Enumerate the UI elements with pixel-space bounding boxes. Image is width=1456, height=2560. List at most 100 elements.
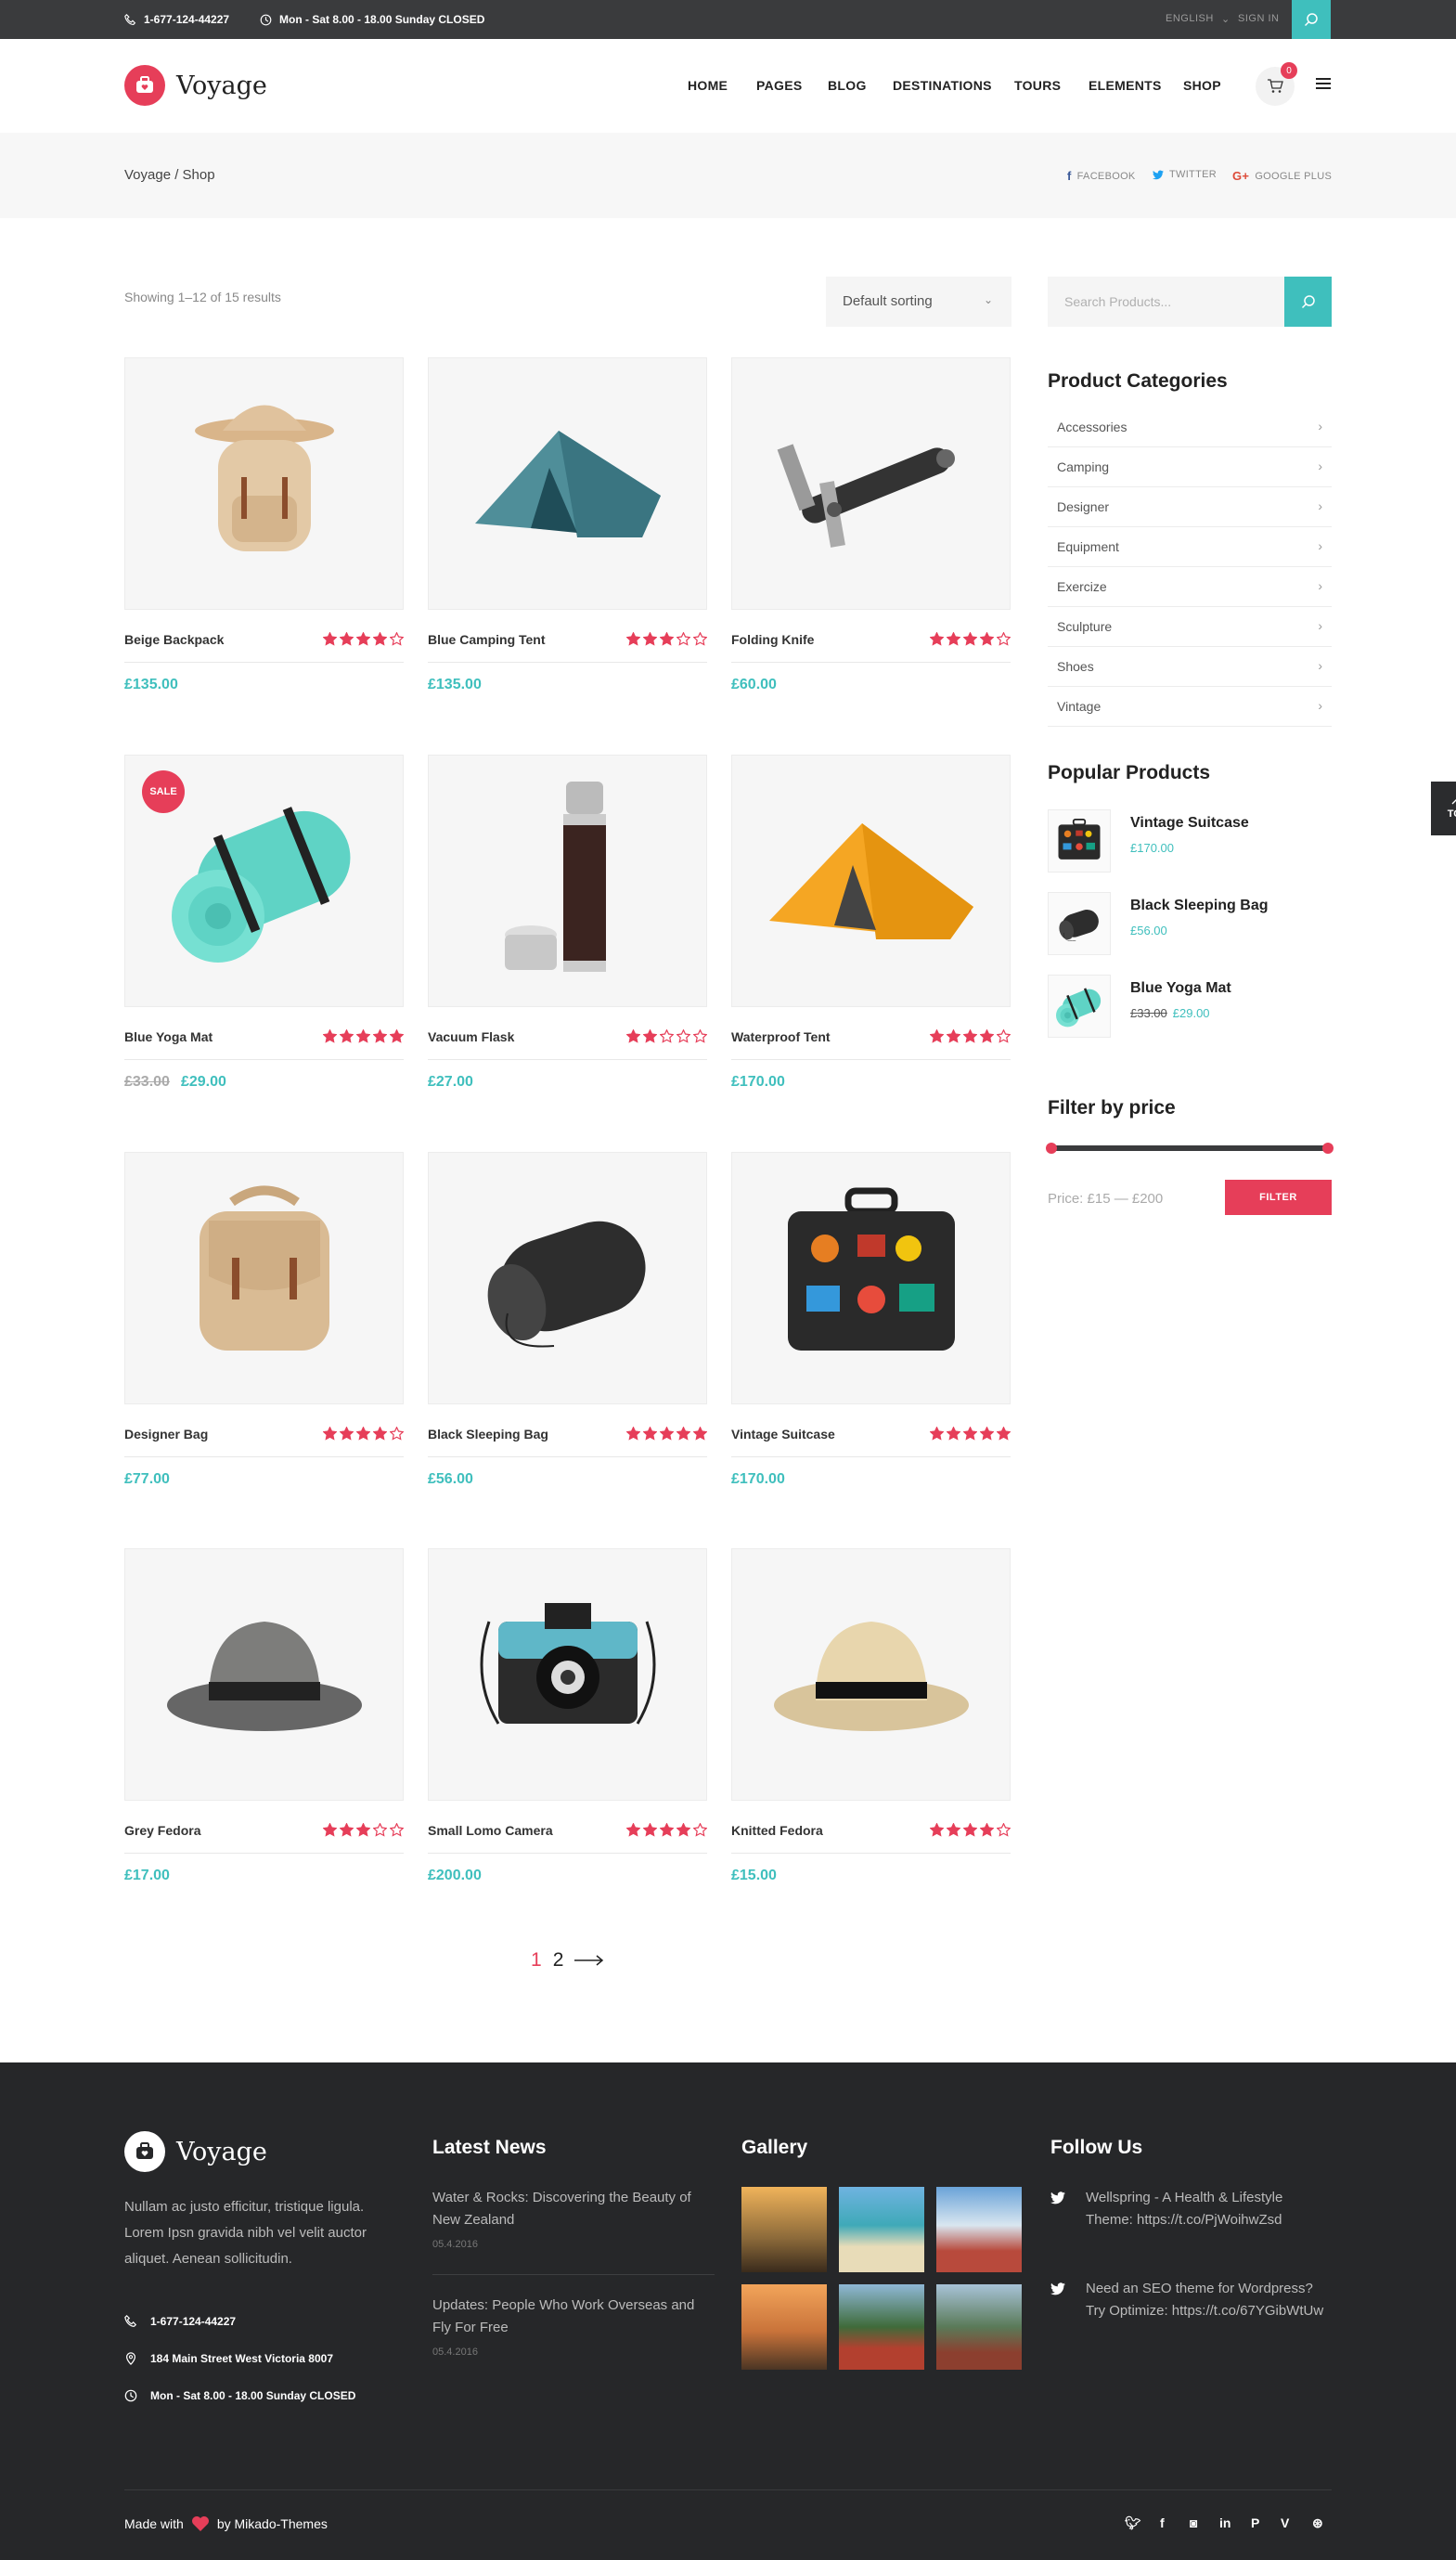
signin-link[interactable]: SIGN IN [1238, 13, 1279, 24]
instagram-icon[interactable]: ◙ [1190, 2515, 1197, 2530]
filter-button[interactable]: FILTER [1225, 1180, 1332, 1215]
product-title[interactable]: Knitted Fedora [731, 1823, 823, 1838]
popular-product-thumb[interactable] [1048, 809, 1111, 873]
footer-logo[interactable]: Voyage [124, 2131, 267, 2172]
product-image[interactable] [428, 1548, 707, 1801]
product-card[interactable]: Folding Knife £60.00 [731, 357, 1011, 692]
gallery-image[interactable] [741, 2284, 827, 2370]
popular-product[interactable]: Black Sleeping Bag £56.00 [1048, 892, 1332, 957]
product-card[interactable]: Blue Camping Tent £135.00 [428, 357, 707, 692]
gallery-image[interactable] [936, 2187, 1022, 2272]
product-card[interactable]: Vacuum Flask £27.00 [428, 755, 707, 1090]
page-1[interactable]: 1 [531, 1949, 542, 1972]
category-item[interactable]: Sculpture › [1048, 607, 1332, 647]
product-card[interactable]: Small Lomo Camera £200.00 [428, 1548, 707, 1883]
news-item-title[interactable]: Updates: People Who Work Overseas and Fl… [432, 2295, 715, 2339]
product-image[interactable] [124, 1548, 404, 1801]
arrow-right-icon[interactable] [574, 1955, 604, 1966]
facebook-icon[interactable]: f [1160, 2515, 1165, 2530]
news-item-title[interactable]: Water & Rocks: Discovering the Beauty of… [432, 2187, 715, 2231]
search-button[interactable] [1292, 0, 1331, 39]
nav-destinations[interactable]: DESTINATIONS [893, 78, 992, 93]
product-title[interactable]: Blue Yoga Mat [124, 1029, 213, 1044]
pinterest-icon[interactable]: P [1251, 2515, 1259, 2530]
popular-product-thumb[interactable] [1048, 892, 1111, 955]
product-image[interactable] [731, 357, 1011, 610]
vimeo-icon[interactable]: V [1281, 2515, 1289, 2530]
product-search-input[interactable]: Search Products... [1048, 277, 1284, 327]
nav-blog[interactable]: BLOG [828, 78, 867, 93]
nav-home[interactable]: HOME [688, 78, 728, 93]
gallery-image[interactable] [936, 2284, 1022, 2370]
product-title[interactable]: Designer Bag [124, 1427, 208, 1442]
product-image[interactable] [428, 357, 707, 610]
product-title[interactable]: Vintage Suitcase [731, 1427, 835, 1442]
sorting-select[interactable]: Default sorting ⌄ [826, 277, 1011, 327]
gallery-image[interactable] [839, 2187, 924, 2272]
cart-button[interactable]: 0 [1256, 62, 1297, 106]
product-image[interactable] [428, 1152, 707, 1404]
language-selector[interactable]: ENGLISH [1166, 13, 1214, 24]
category-item[interactable]: Designer › [1048, 487, 1332, 527]
product-image[interactable] [124, 1152, 404, 1404]
category-item[interactable]: Camping › [1048, 447, 1332, 487]
nav-pages[interactable]: PAGES [756, 78, 802, 93]
popular-product-thumb[interactable] [1048, 975, 1111, 1038]
dribbble-icon[interactable]: ⊛ [1312, 2515, 1323, 2531]
product-card[interactable]: SALE Blue Yoga Mat £33.00 £29.00 [124, 755, 404, 1090]
popular-product-title[interactable]: Vintage Suitcase [1130, 815, 1249, 832]
popular-product-title[interactable]: Black Sleeping Bag [1130, 898, 1269, 914]
credits-author[interactable]: by Mikado-Themes [217, 2516, 328, 2531]
category-item[interactable]: Equipment › [1048, 527, 1332, 567]
slider-handle-max[interactable] [1322, 1143, 1334, 1154]
product-title[interactable]: Black Sleeping Bag [428, 1427, 548, 1442]
product-card[interactable]: Knitted Fedora £15.00 [731, 1548, 1011, 1883]
price-slider[interactable] [1046, 1143, 1334, 1154]
social-googleplus[interactable]: G+ GOOGLE PLUS [1232, 169, 1332, 183]
product-title[interactable]: Waterproof Tent [731, 1029, 831, 1044]
social-twitter[interactable]: TWITTER [1153, 169, 1217, 180]
popular-product-title[interactable]: Blue Yoga Mat [1130, 980, 1231, 997]
nav-elements[interactable]: ELEMENTS [1089, 78, 1162, 93]
gallery-image[interactable] [741, 2187, 827, 2272]
product-card[interactable]: Vintage Suitcase £170.00 [731, 1152, 1011, 1487]
category-item[interactable]: Shoes › [1048, 647, 1332, 687]
nav-tours[interactable]: TOURS [1014, 78, 1061, 93]
product-title[interactable]: Blue Camping Tent [428, 632, 546, 647]
news-item[interactable]: Updates: People Who Work Overseas and Fl… [432, 2295, 715, 2358]
hamburger-menu-icon[interactable] [1316, 78, 1331, 92]
product-title[interactable]: Folding Knife [731, 632, 814, 647]
news-item[interactable]: Water & Rocks: Discovering the Beauty of… [432, 2187, 715, 2250]
back-to-top-button[interactable]: TOP [1431, 782, 1456, 835]
product-image[interactable] [731, 1152, 1011, 1404]
product-image[interactable] [731, 755, 1011, 1007]
nav-shop[interactable]: SHOP [1183, 78, 1221, 93]
product-image[interactable] [731, 1548, 1011, 1801]
linkedin-icon[interactable]: in [1219, 2515, 1231, 2530]
product-title[interactable]: Beige Backpack [124, 632, 224, 647]
product-card[interactable]: Black Sleeping Bag £56.00 [428, 1152, 707, 1487]
gallery-image[interactable] [839, 2284, 924, 2370]
page-2[interactable]: 2 [553, 1949, 564, 1972]
product-card[interactable]: Waterproof Tent £170.00 [731, 755, 1011, 1090]
product-card[interactable]: Beige Backpack £135.00 [124, 357, 404, 692]
product-title[interactable]: Vacuum Flask [428, 1029, 514, 1044]
product-card[interactable]: Grey Fedora £17.00 [124, 1548, 404, 1883]
product-image[interactable]: SALE [124, 755, 404, 1007]
tweet-text[interactable]: Need an SEO theme for Wordpress? Try Opt… [1086, 2278, 1332, 2322]
category-item[interactable]: Vintage › [1048, 687, 1332, 727]
product-title[interactable]: Grey Fedora [124, 1823, 200, 1838]
category-item[interactable]: Accessories › [1048, 407, 1332, 447]
product-search-button[interactable] [1284, 277, 1332, 327]
product-card[interactable]: Designer Bag £77.00 [124, 1152, 404, 1487]
tweet-text[interactable]: Wellspring - A Health & Lifestyle Theme:… [1086, 2187, 1332, 2231]
product-title[interactable]: Small Lomo Camera [428, 1823, 553, 1838]
popular-product[interactable]: Vintage Suitcase £170.00 [1048, 809, 1332, 874]
twitter-icon[interactable]: 🐦︎ [1125, 2515, 1141, 2531]
product-image[interactable] [428, 755, 707, 1007]
logo[interactable]: Voyage [124, 65, 267, 106]
category-item[interactable]: Exercize › [1048, 567, 1332, 607]
popular-product[interactable]: Blue Yoga Mat £33.00 £29.00 [1048, 975, 1332, 1040]
social-facebook[interactable]: f FACEBOOK [1067, 169, 1136, 183]
slider-handle-min[interactable] [1046, 1143, 1057, 1154]
